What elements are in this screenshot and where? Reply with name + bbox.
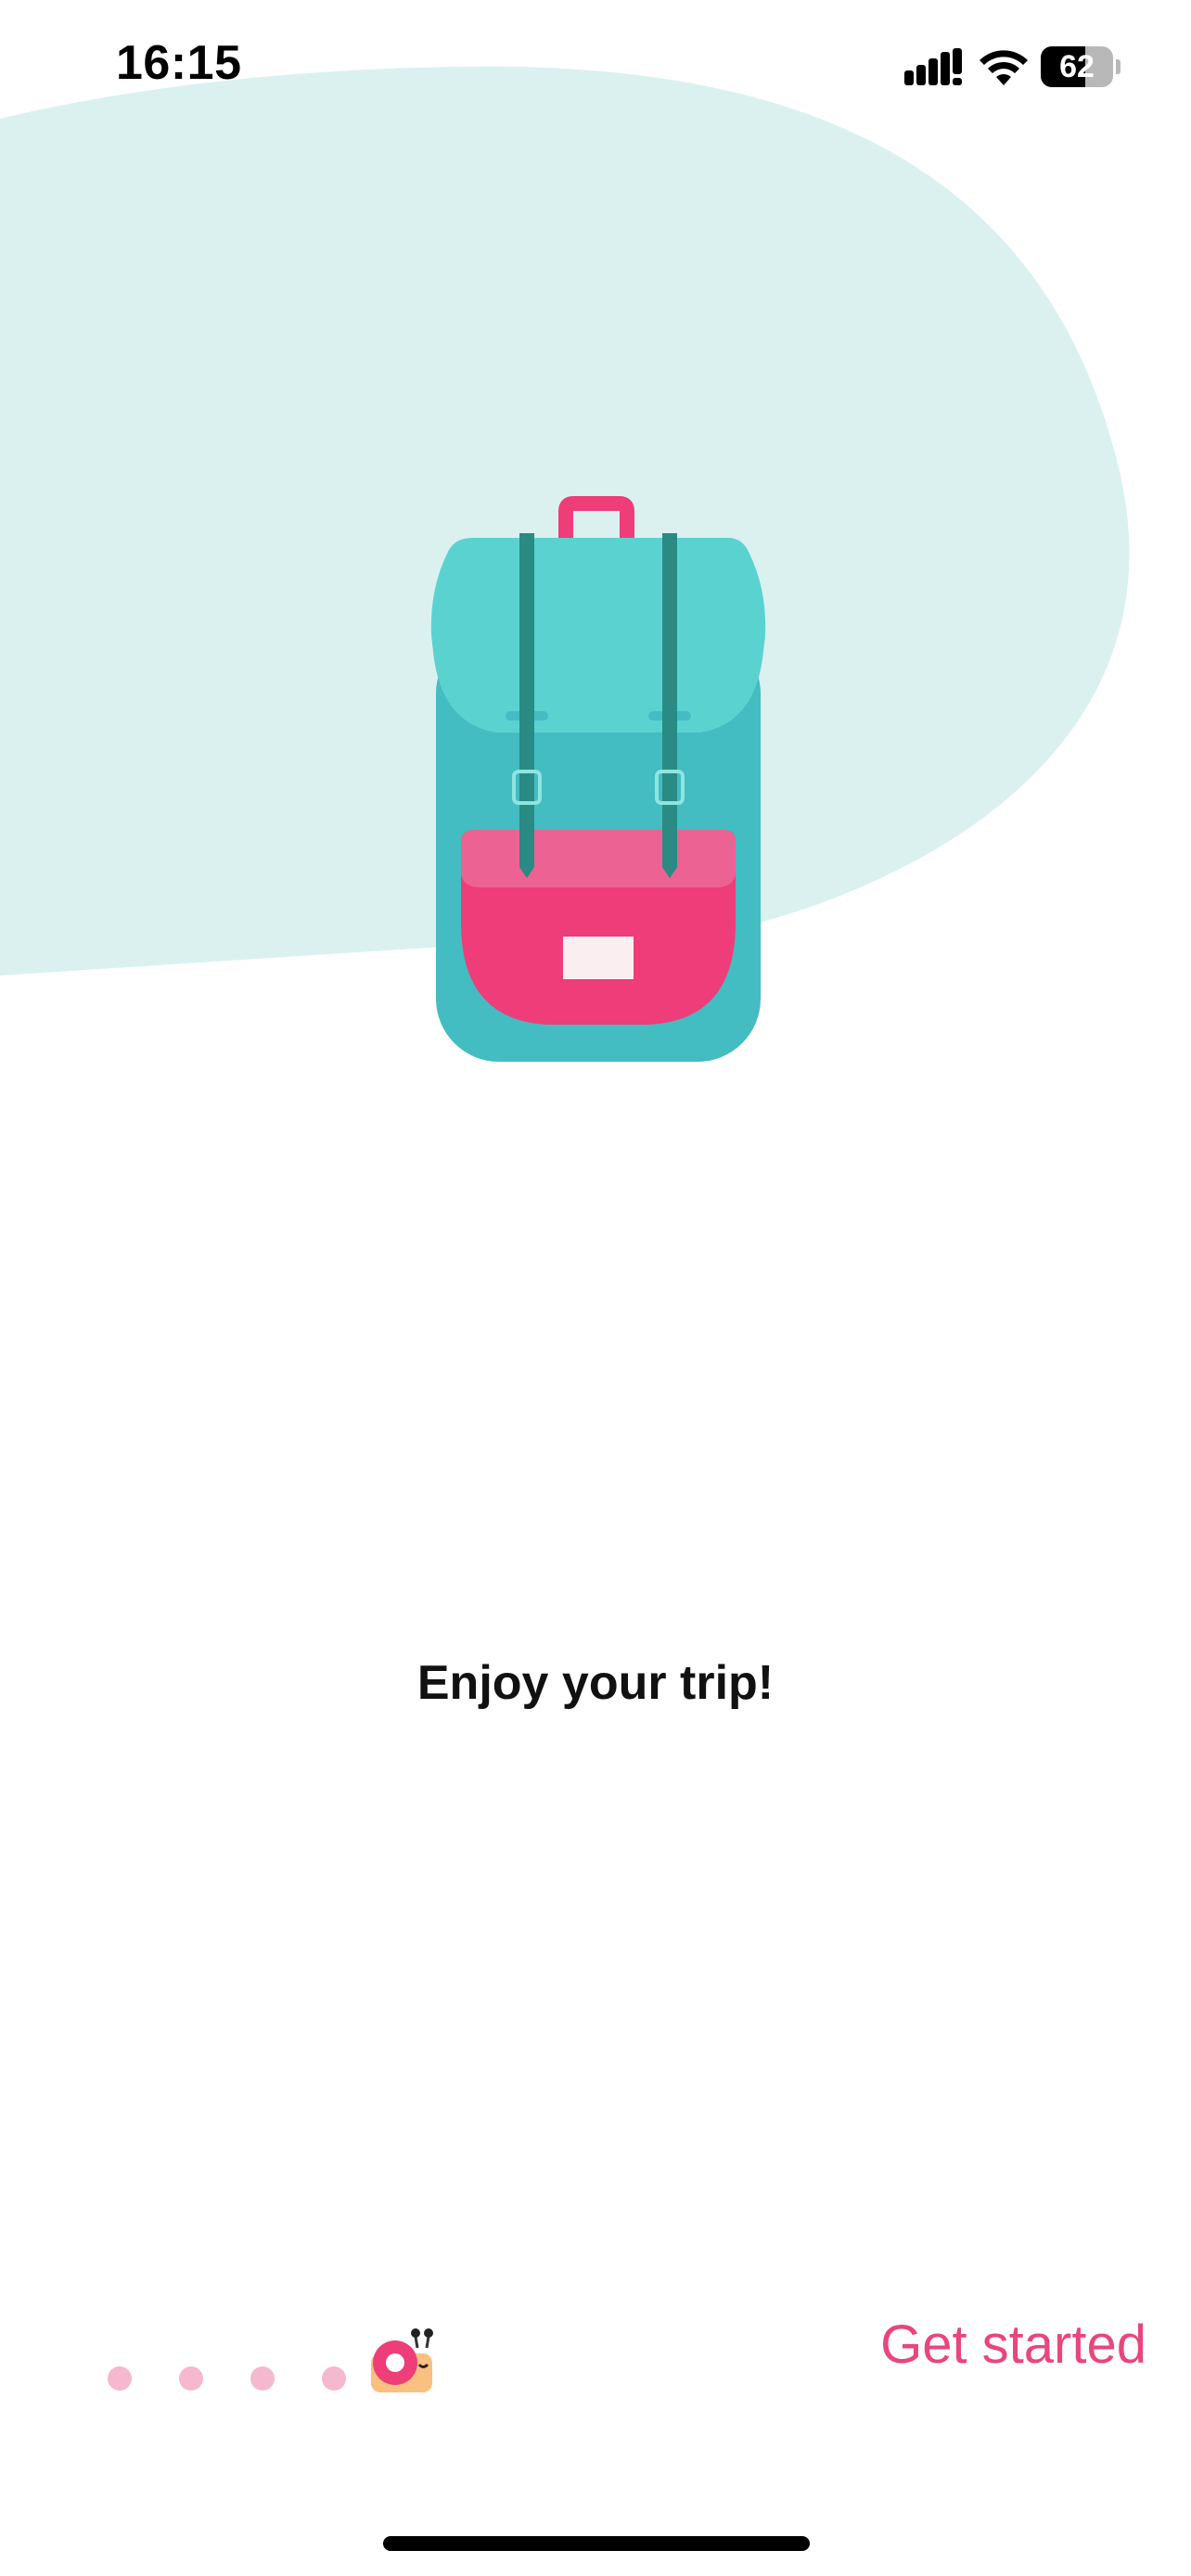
- page-dot-4[interactable]: [322, 2366, 346, 2391]
- status-bar: 16:15 62: [0, 0, 1191, 139]
- cellular-signal-icon: [904, 48, 962, 85]
- snail-current-page-icon[interactable]: [369, 2327, 436, 2394]
- page-dot-3[interactable]: [250, 2366, 275, 2391]
- onboarding-headline: Enjoy your trip!: [416, 1656, 775, 1710]
- home-indicator[interactable]: [383, 2536, 810, 2551]
- page-dot-1[interactable]: [108, 2366, 132, 2391]
- backpack-illustration: [430, 496, 766, 1062]
- page-dot-2[interactable]: [179, 2366, 203, 2391]
- battery-percentage: 62: [1059, 49, 1095, 84]
- wifi-icon: [980, 50, 1028, 85]
- status-time: 16:15: [116, 36, 242, 90]
- page-indicator: [93, 2327, 464, 2392]
- get-started-button[interactable]: Get started: [880, 2314, 1146, 2376]
- battery-icon: 62: [1041, 46, 1121, 87]
